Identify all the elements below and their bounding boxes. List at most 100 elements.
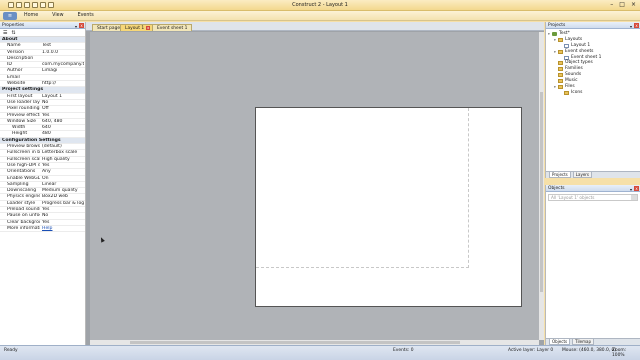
pin-icon[interactable]: ▾ <box>75 23 77 30</box>
close-icon[interactable]: × <box>631 1 636 8</box>
property-value[interactable]: On <box>42 176 84 182</box>
projects-panel: Projects ▾ x ▾ Test* ▾ Layouts Layout 1 ▾ Even… <box>545 22 640 178</box>
minimize-icon[interactable]: – <box>610 1 613 8</box>
settings-icon[interactable] <box>631 195 637 200</box>
property-value[interactable]: Limagi <box>42 68 84 74</box>
property-key: Description <box>7 55 34 61</box>
status-text: Ready <box>4 348 18 353</box>
property-key: More information <box>7 225 40 231</box>
property-key: Fullscreen in brow... <box>7 150 40 156</box>
property-value[interactable]: (default) <box>42 144 84 150</box>
properties-close-button[interactable]: x <box>79 23 84 28</box>
property-key: Clear background <box>7 219 40 225</box>
property-value[interactable]: Any <box>42 169 84 175</box>
pin-icon[interactable]: ▾ <box>630 23 632 30</box>
layout-canvas[interactable] <box>90 32 539 340</box>
property-value[interactable]: Linear <box>42 182 84 188</box>
property-value[interactable]: Yes <box>42 220 84 226</box>
objects-title: Objects <box>548 186 565 191</box>
folder-icon <box>558 49 563 54</box>
tree-item-icons[interactable]: Icons <box>548 90 638 96</box>
property-key: Configuration Settings <box>2 137 61 143</box>
property-value[interactable]: Progress bar & logo <box>42 201 84 207</box>
property-value[interactable]: Yes <box>42 163 84 169</box>
projects-bottom-tabs: Projects Layers <box>546 171 640 178</box>
folder-icon <box>558 84 563 89</box>
window-viewport-outline <box>256 108 469 268</box>
tab-layout-1[interactable]: Layout 1x <box>120 24 156 31</box>
tab-event-sheet-1[interactable]: Event sheet 1 <box>152 24 193 31</box>
events-count: Events: 0 <box>393 348 414 353</box>
properties-header: Properties ▾ x <box>0 22 85 29</box>
tab-close-button[interactable]: x <box>146 26 151 30</box>
objects-close-button[interactable]: x <box>634 186 639 191</box>
window-controls: – □ × <box>610 1 636 8</box>
property-value[interactable]: Box2D web <box>42 194 84 200</box>
projects-close-button[interactable]: x <box>634 23 639 28</box>
property-key: Orientations <box>7 169 36 175</box>
property-key: Use loader layout <box>7 99 40 105</box>
property-value[interactable]: Test <box>42 43 84 49</box>
objects-filter-input[interactable]: All 'Layout 1' objects <box>548 194 638 201</box>
property-value[interactable]: 640 <box>42 125 84 131</box>
property-value[interactable]: Letterbox scale <box>42 150 84 156</box>
property-key: About <box>2 37 18 42</box>
event-sheet-icon <box>564 55 569 60</box>
property-key: Project settings <box>2 87 44 93</box>
file-menu-button[interactable]: ≡ <box>3 12 17 20</box>
property-value[interactable]: High quality <box>42 157 84 163</box>
property-value[interactable]: Off <box>42 106 84 112</box>
property-key: Preview browser <box>7 144 40 150</box>
folder-icon <box>558 79 563 84</box>
project-icon <box>552 31 557 36</box>
folder-icon <box>558 37 563 42</box>
pin-icon[interactable]: ▾ <box>630 186 632 193</box>
property-key: Version <box>7 49 24 55</box>
property-key: Loader style <box>7 200 36 206</box>
property-value[interactable]: 1.0.0.0 <box>42 50 84 56</box>
layout-area[interactable] <box>255 107 522 307</box>
property-key: Width <box>12 125 26 131</box>
projects-tab-layers[interactable]: Layers <box>572 172 593 178</box>
property-value[interactable]: No <box>42 100 84 106</box>
property-row[interactable]: More informationHelp <box>0 225 85 233</box>
maximize-icon[interactable]: □ <box>619 1 625 8</box>
property-key: Pause on unfocus <box>7 213 40 219</box>
ribbon-tab-events[interactable]: Events <box>78 13 94 18</box>
ribbon-tab-home[interactable]: Home <box>24 13 38 18</box>
property-value[interactable]: 640, 480 <box>42 119 84 125</box>
objects-bottom-tabs: Objects Tilemap <box>546 338 640 345</box>
vertical-scrollbar[interactable] <box>539 32 544 340</box>
projects-title: Projects <box>548 23 566 28</box>
categorized-icon[interactable]: ☰ <box>3 30 7 36</box>
properties-title: Properties <box>2 23 25 28</box>
property-key: Preview effects <box>7 112 40 118</box>
folder-icon <box>564 90 569 95</box>
scroll-thumb[interactable] <box>130 341 460 344</box>
alphabetical-icon[interactable]: ⇅ <box>11 30 15 36</box>
property-value[interactable]: Yes <box>42 113 84 119</box>
property-key: Preload sounds <box>7 207 40 213</box>
projects-tab-projects[interactable]: Projects <box>549 172 571 178</box>
layout-editor: Start page Layout 1 x Event sheet 1 <box>86 22 544 345</box>
property-value[interactable]: com.mycompany.test <box>42 62 84 68</box>
document-tabs: Start page Layout 1 x Event sheet 1 <box>86 22 544 31</box>
objects-header: Objects ▾ x <box>546 185 640 192</box>
tree-item-label: Icons <box>571 89 583 95</box>
property-value[interactable]: Medium quality <box>42 188 84 194</box>
property-key: Pixel rounding <box>7 106 40 112</box>
property-key: Author <box>7 68 23 74</box>
property-value[interactable]: No <box>42 213 84 219</box>
projects-header: Projects ▾ x <box>546 22 640 29</box>
property-value[interactable]: 480 <box>42 131 84 137</box>
property-value[interactable]: Layout 1 <box>42 94 84 100</box>
property-value[interactable]: Yes <box>42 207 84 213</box>
property-key: Use high-DPI dis... <box>7 162 40 168</box>
scroll-thumb[interactable] <box>540 92 543 292</box>
help-link[interactable]: Help <box>42 226 84 232</box>
property-value[interactable]: http:// <box>42 81 84 87</box>
tab-label: Start page <box>97 26 121 31</box>
property-key: First layout <box>7 93 33 99</box>
ribbon-tab-view[interactable]: View <box>52 13 63 18</box>
property-key: Downscaling <box>7 188 37 194</box>
